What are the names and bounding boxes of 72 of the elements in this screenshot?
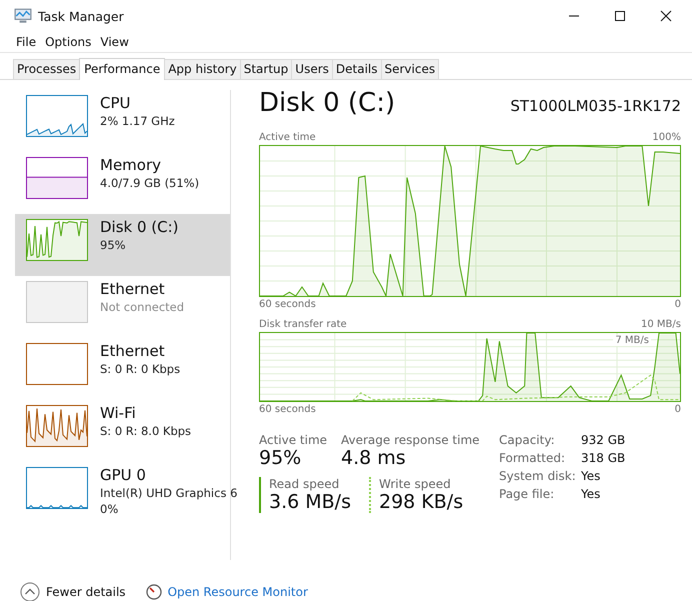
- graph-thumbnail: [26, 95, 88, 137]
- property-label: Capacity:: [499, 433, 556, 447]
- property-label: Formatted:: [499, 451, 566, 465]
- chart-label: Active time: [259, 132, 316, 143]
- item-name: Memory: [100, 156, 162, 174]
- item-status: 95%: [100, 237, 127, 253]
- property-value: 318 GB: [581, 451, 626, 465]
- item-name: CPU: [100, 94, 132, 112]
- axis-label: 60 seconds: [259, 404, 316, 415]
- tab[interactable]: Services: [380, 59, 440, 79]
- stat-label: Active time: [259, 433, 328, 447]
- axis-label: 0: [674, 404, 681, 415]
- tab[interactable]: Startup: [240, 59, 292, 79]
- menu-item[interactable]: View: [100, 35, 129, 49]
- chevron-up-icon[interactable]: [20, 582, 40, 601]
- tab[interactable]: App history: [164, 59, 241, 79]
- sidebar-item[interactable]: Ethernet S: 0 R: 0 Kbps: [15, 338, 230, 400]
- item-status: Intel(R) UHD Graphics 6: [100, 485, 238, 501]
- property-value: 932 GB: [581, 433, 626, 447]
- maximize-icon[interactable]: [614, 10, 626, 22]
- tab[interactable]: Users: [291, 59, 333, 79]
- axis-label: 60 seconds: [259, 299, 316, 310]
- stat-value: 298 KB/s: [379, 491, 464, 513]
- graph-thumbnail: [26, 467, 88, 509]
- stat-value: 95%: [259, 447, 302, 469]
- item-name: Ethernet: [100, 342, 166, 360]
- graph-thumbnail: [26, 405, 88, 447]
- item-status: 2% 1.17 GHz: [100, 113, 175, 129]
- stat-label: Read speed: [269, 477, 340, 491]
- sidebar-item[interactable]: Ethernet Not connected: [15, 276, 230, 338]
- stat-value: 4.8 ms: [341, 447, 407, 469]
- stat-label: Average response time: [341, 433, 481, 447]
- item-name: GPU 0: [100, 466, 147, 484]
- property-value: Yes: [581, 469, 602, 483]
- chart-max-label: 10 MB/s: [641, 319, 681, 330]
- item-status: 4.0/7.9 GB (51%): [100, 175, 200, 191]
- sidebar-item[interactable]: Disk 0 (C:) 95%: [15, 214, 230, 276]
- property-label: System disk:: [499, 469, 577, 483]
- item-status: S: 0 R: 0 Kbps: [100, 361, 180, 377]
- fewer-details-link[interactable]: Fewer details: [46, 585, 126, 599]
- close-icon[interactable]: [660, 10, 672, 22]
- item-name: Ethernet: [100, 280, 166, 298]
- tab[interactable]: Performance: [79, 58, 166, 80]
- item-status: Not connected: [100, 299, 184, 315]
- graph-thumbnail: [26, 219, 88, 261]
- item-status: S: 0 R: 8.0 Kbps: [100, 423, 192, 439]
- graph-thumbnail: [26, 281, 88, 323]
- item-name: Wi-Fi: [100, 404, 137, 422]
- task-manager-icon: [14, 8, 32, 24]
- window-title: Task Manager: [38, 8, 124, 24]
- property-label: Page file:: [499, 487, 556, 501]
- tab[interactable]: Processes: [13, 59, 80, 79]
- sidebar-item[interactable]: Wi-Fi S: 0 R: 8.0 Kbps: [15, 400, 230, 462]
- property-value: Yes: [581, 487, 602, 501]
- disk-model: ST1000LM035-1RK172: [510, 97, 681, 115]
- menu-item[interactable]: File: [16, 35, 36, 49]
- stat-value: 3.6 MB/s: [269, 491, 352, 513]
- chart-label: Disk transfer rate: [259, 319, 347, 330]
- axis-label: 0: [674, 299, 681, 310]
- chart-max-label: 100%: [652, 132, 681, 143]
- stat-label: Write speed: [379, 477, 452, 491]
- menu-item[interactable]: Options: [45, 35, 92, 49]
- disk-title: Disk 0 (C:): [259, 88, 396, 118]
- sidebar-item[interactable]: CPU 2% 1.17 GHz: [15, 90, 230, 152]
- graph-thumbnail: [26, 343, 88, 385]
- item-name: Disk 0 (C:): [100, 218, 179, 236]
- resource-monitor-link[interactable]: Open Resource Monitor: [168, 585, 308, 599]
- tab[interactable]: Details: [332, 59, 382, 79]
- sidebar-item[interactable]: Memory 4.0/7.9 GB (51%): [15, 152, 230, 214]
- item-status: 0%: [100, 501, 120, 517]
- graph-thumbnail: [26, 157, 88, 199]
- scale-label: 7 MB/s: [613, 335, 651, 346]
